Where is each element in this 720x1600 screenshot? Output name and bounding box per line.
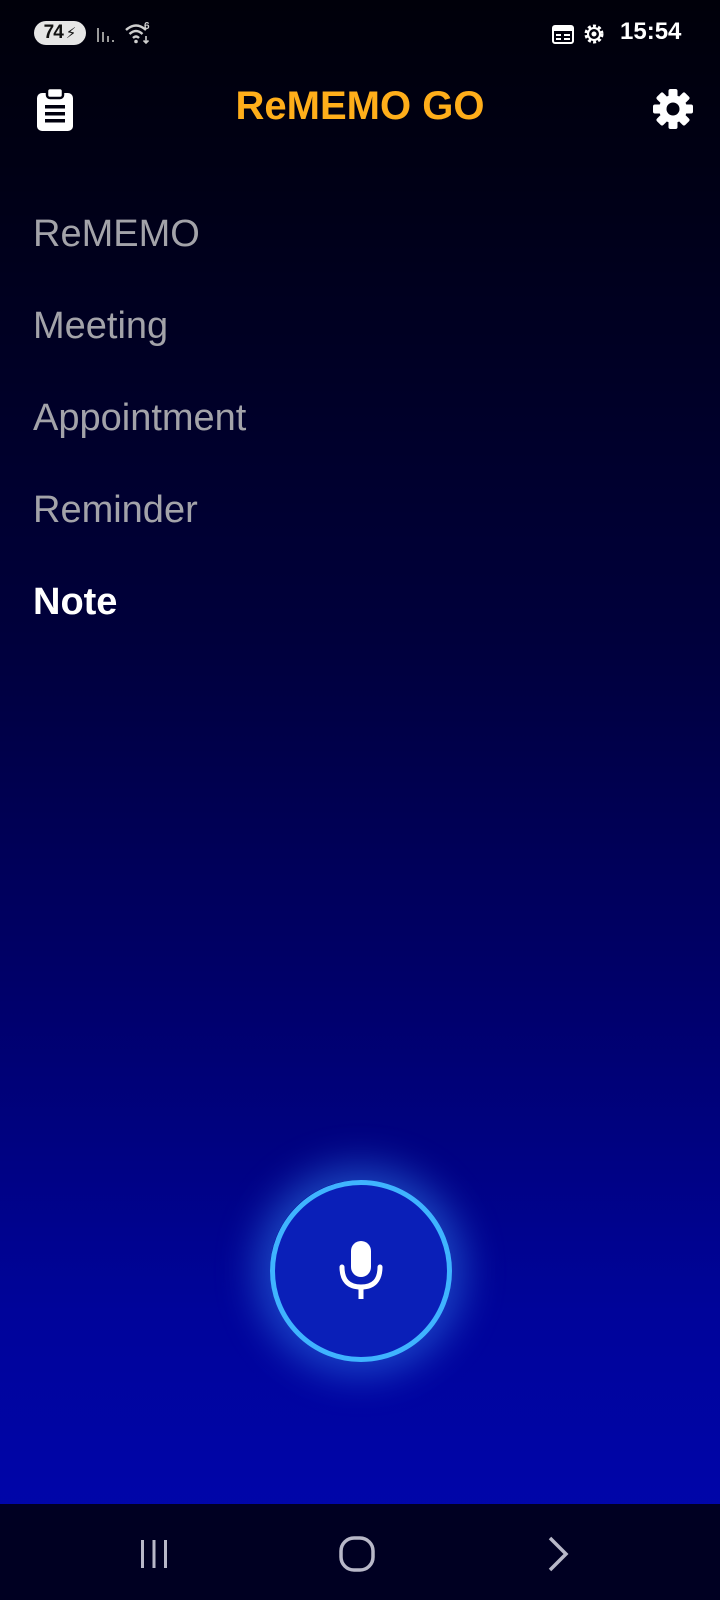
system-nav-bar (0, 1504, 720, 1600)
charging-icon: ⚡ (65, 25, 77, 42)
record-button[interactable] (270, 1180, 452, 1362)
app-screen: 74 ⚡ 6 15:54 ReMEMO GO ReMEMO Meeting Ap… (0, 0, 720, 1600)
signal-icon (97, 28, 114, 42)
recent-apps-icon[interactable] (130, 1530, 178, 1578)
back-icon[interactable] (534, 1530, 582, 1578)
microphone-icon (339, 1241, 383, 1299)
menu-item-appointment[interactable]: Appointment (33, 390, 246, 482)
category-menu: ReMEMO Meeting Appointment Reminder Note (33, 206, 246, 666)
home-icon[interactable] (333, 1530, 381, 1578)
wifi-badge: 6 (144, 21, 150, 32)
calendar-icon (552, 25, 574, 44)
menu-item-note[interactable]: Note (33, 574, 246, 666)
battery-level: 74 (43, 22, 64, 43)
gear-icon[interactable] (652, 88, 694, 130)
menu-item-rememo[interactable]: ReMEMO (33, 206, 246, 298)
status-time: 15:54 (620, 18, 682, 45)
settings-status-icon (584, 24, 604, 44)
menu-item-meeting[interactable]: Meeting (33, 298, 246, 390)
status-bar: 74 ⚡ 6 15:54 (0, 0, 720, 68)
app-title: ReMEMO GO (235, 84, 485, 128)
app-header: ReMEMO GO (0, 68, 720, 152)
wifi-icon: 6 (125, 21, 150, 45)
menu-item-reminder[interactable]: Reminder (33, 482, 246, 574)
battery-indicator: 74 ⚡ (34, 21, 86, 45)
